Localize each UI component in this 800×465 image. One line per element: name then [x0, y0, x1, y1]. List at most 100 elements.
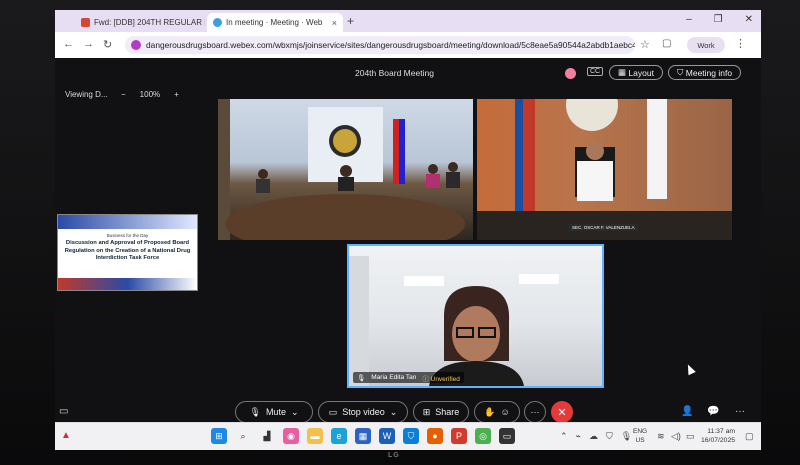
- reload-icon[interactable]: ↻: [103, 38, 112, 51]
- video-tile-self[interactable]: 🎙 Maria Edita Tan ⓘ Unverified: [347, 244, 604, 388]
- taskbar-apps: ⊞ ⌕ ▟ ◉ ▬ e ▦ W ⛉ ● P ◎ ▭: [211, 428, 515, 444]
- battery-icon[interactable]: ▭: [686, 431, 695, 442]
- url-field[interactable]: dangerousdrugsboard.webex.com/wbxmjs/joi…: [125, 36, 635, 54]
- layout-button[interactable]: ▦ Layout: [609, 65, 663, 80]
- chat-icon[interactable]: 💬: [707, 406, 719, 417]
- more-options-button[interactable]: ···: [524, 401, 546, 423]
- back-icon[interactable]: ←: [63, 38, 74, 50]
- chairman-scene: [477, 99, 732, 240]
- stop-video-button[interactable]: ▭ Stop video ⌄: [318, 401, 408, 423]
- closed-captions-icon[interactable]: CC: [587, 67, 604, 76]
- tab-gmail[interactable]: Fwd: [DDB] 204TH REGULAR B ×: [75, 13, 205, 32]
- chat-bubble-icon[interactable]: ▭: [59, 406, 68, 417]
- browser-tab-bar: Fwd: [DDB] 204TH REGULAR B × In meeting …: [55, 10, 761, 32]
- word-icon[interactable]: W: [379, 428, 395, 444]
- chevron-up-icon[interactable]: ⌃: [560, 431, 568, 442]
- zoom-level: 100%: [139, 90, 161, 99]
- meeting-info-button[interactable]: ⛉ Meeting info: [668, 65, 742, 80]
- hand-raise-icon: ✋: [484, 406, 496, 417]
- network-icon[interactable]: ⌁: [576, 431, 581, 442]
- more-panels-icon[interactable]: ···: [735, 406, 745, 417]
- recording-indicator-icon: [565, 68, 576, 79]
- mute-label: Mute: [265, 407, 286, 417]
- mute-button[interactable]: 🎙 Mute ⌄: [235, 401, 313, 423]
- shared-slide: Business for the Day Discussion and Appr…: [57, 214, 198, 291]
- video-tile-board-room[interactable]: [218, 99, 473, 240]
- participant-name: Maria Edita Tan: [371, 374, 417, 381]
- profile-button[interactable]: Work: [687, 37, 725, 53]
- windows-start-icon[interactable]: ⊞: [211, 428, 227, 444]
- minimize-icon[interactable]: –: [686, 14, 692, 25]
- share-screen-icon: ⊞: [422, 406, 431, 417]
- zoom-controls: − 100% +: [121, 90, 179, 99]
- task-view-icon[interactable]: ▟: [259, 428, 275, 444]
- video-tile-chairman[interactable]: SEC. OSCAR F. VALENZUELA: [477, 99, 732, 240]
- more-label: ···: [530, 407, 540, 417]
- system-clock[interactable]: 11:37 am 16/07/2025: [701, 427, 735, 445]
- participant-name-tag: 🎙 Maria Edita Tan ⓘ Unverified: [353, 372, 464, 383]
- zoom-in-button[interactable]: +: [174, 90, 179, 99]
- profile-label: Work: [697, 40, 715, 50]
- search-icon[interactable]: ⌕: [235, 428, 251, 444]
- meeting-info-label: Meeting info: [685, 67, 733, 78]
- viewing-label: Viewing D...: [65, 90, 108, 99]
- zoom-out-button[interactable]: −: [121, 90, 126, 99]
- end-call-button[interactable]: ✕: [551, 401, 573, 423]
- share-label: Share: [435, 407, 460, 417]
- emoji-icon: ☺: [500, 407, 510, 417]
- clock-date: 16/07/2025: [701, 437, 736, 444]
- layout-label: Layout: [628, 67, 654, 78]
- tab-webex[interactable]: In meeting · Meeting · Web ×: [207, 13, 343, 32]
- maximize-icon[interactable]: ❐: [714, 14, 723, 25]
- clock-time: 11:37 am: [707, 428, 736, 435]
- file-explorer-icon[interactable]: ▬: [307, 428, 323, 444]
- extensions-icon[interactable]: ▢: [662, 38, 671, 49]
- stop-video-label: Stop video: [342, 407, 385, 417]
- close-icon[interactable]: ×: [332, 18, 337, 28]
- end-label: ✕: [557, 406, 567, 419]
- store-icon[interactable]: ▦: [355, 428, 371, 444]
- microphone-icon[interactable]: 🎙: [621, 431, 632, 442]
- chevron-down-icon[interactable]: ⌄: [291, 407, 299, 418]
- chevron-down-icon[interactable]: ⌄: [390, 407, 398, 418]
- layout-icon: ▦: [618, 67, 627, 77]
- tab-label: In meeting · Meeting · Web: [226, 18, 323, 27]
- close-window-icon[interactable]: ✕: [745, 14, 753, 25]
- site-icon: [131, 40, 141, 50]
- cloud-icon[interactable]: ☁: [589, 431, 598, 442]
- slide-subtitle: Business for the Day: [106, 233, 149, 238]
- screen: Fwd: [DDB] 204TH REGULAR B × In meeting …: [55, 10, 761, 450]
- speaker-placard: SEC. OSCAR F. VALENZUELA: [569, 224, 638, 231]
- new-tab-button[interactable]: +: [347, 14, 354, 28]
- slide-header-band: [58, 215, 197, 229]
- edge-icon[interactable]: e: [331, 428, 347, 444]
- security-icon[interactable]: ⛉: [606, 431, 613, 442]
- tab-label: Fwd: [DDB] 204TH REGULAR B: [94, 18, 205, 27]
- language-indicator[interactable]: ENG US: [633, 427, 647, 445]
- notifications-icon[interactable]: ▢: [745, 431, 754, 442]
- browser-menu-icon[interactable]: ⋮: [735, 37, 746, 50]
- mouse-cursor: [684, 362, 696, 376]
- weather-widget-icon[interactable]: ▲: [61, 430, 71, 441]
- monitor-brand-logo: LG: [388, 452, 400, 459]
- webex-meeting: 204th Board Meeting CC ▦ Layout ⛉ Meetin…: [55, 58, 761, 423]
- slide-title: Discussion and Approval of Proposed Boar…: [64, 240, 191, 261]
- windows-taskbar: ▲ ⊞ ⌕ ▟ ◉ ▬ e ▦ W ⛉ ● P ◎ ▭ ⌃ ⌁ ☁ ⛉ 🎙 EN…: [55, 422, 761, 450]
- copilot-icon[interactable]: ◉: [283, 428, 299, 444]
- defender-icon[interactable]: ⛉: [403, 428, 419, 444]
- system-tray: ⌃ ⌁ ☁ ⛉ 🎙: [560, 431, 632, 442]
- terminal-icon[interactable]: ▭: [499, 428, 515, 444]
- powerpoint-icon[interactable]: P: [451, 428, 467, 444]
- volume-icon[interactable]: ◁): [671, 431, 681, 442]
- firefox-icon[interactable]: ●: [427, 428, 443, 444]
- participants-icon[interactable]: 👤: [681, 406, 693, 417]
- reactions-button[interactable]: ✋ ☺: [474, 401, 520, 423]
- self-view-scene: [349, 256, 559, 386]
- share-button[interactable]: ⊞ Share: [413, 401, 469, 423]
- chrome-icon[interactable]: ◎: [475, 428, 491, 444]
- mic-icon: 🎙: [357, 374, 366, 382]
- wifi-icon[interactable]: ≋: [657, 431, 665, 442]
- meeting-title: 204th Board Meeting: [355, 68, 434, 78]
- forward-icon[interactable]: →: [83, 38, 94, 50]
- bookmark-star-icon[interactable]: ☆: [640, 38, 650, 51]
